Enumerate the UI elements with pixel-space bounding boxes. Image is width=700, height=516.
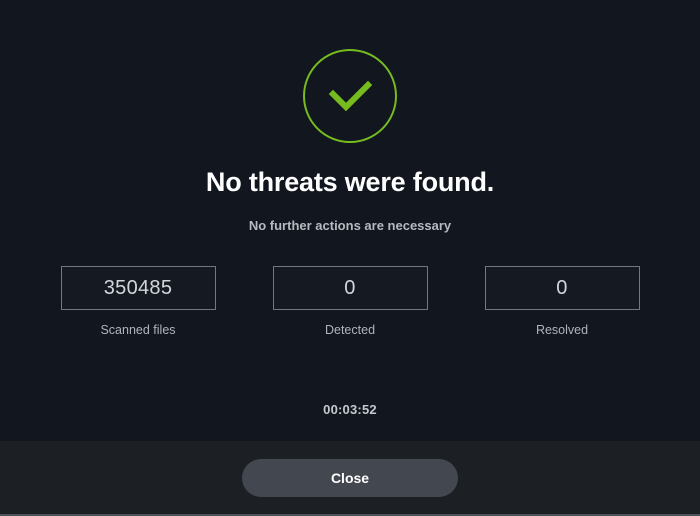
stat-detected: 0 Detected xyxy=(272,266,428,337)
scan-statistics: 350485 Scanned files 0 Detected 0 Resolv… xyxy=(0,266,700,337)
check-circle-icon xyxy=(302,48,398,144)
scan-result-window: No threats were found. No further action… xyxy=(0,0,700,516)
elapsed-time: 00:03:52 xyxy=(323,402,377,417)
close-button[interactable]: Close xyxy=(242,458,458,497)
page-title: No threats were found. xyxy=(205,167,495,197)
stat-label: Resolved xyxy=(535,323,589,337)
stat-value: 350485 xyxy=(60,266,216,310)
dialog-footer: Close xyxy=(0,441,700,516)
scan-result-content: No threats were found. No further action… xyxy=(0,0,700,441)
stat-resolved: 0 Resolved xyxy=(484,266,640,337)
stat-scanned-files: 350485 Scanned files xyxy=(60,266,216,337)
page-subtitle: No further actions are necessary xyxy=(248,218,452,233)
stat-label: Scanned files xyxy=(100,323,176,337)
stat-label: Detected xyxy=(324,323,376,337)
stat-value: 0 xyxy=(484,266,640,310)
stat-value: 0 xyxy=(272,266,428,310)
